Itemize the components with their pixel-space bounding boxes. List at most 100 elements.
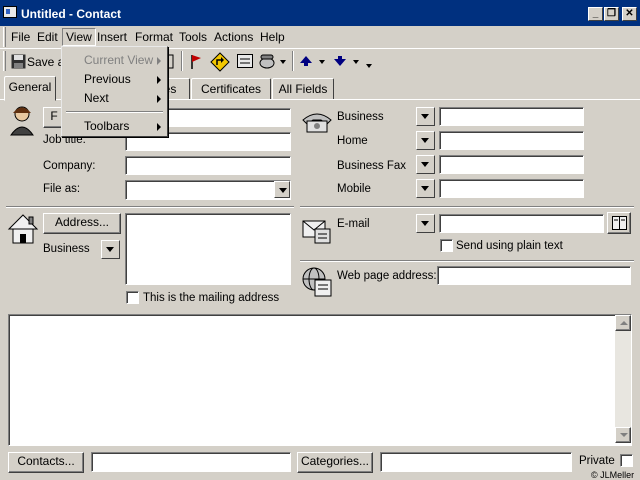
private-checkbox[interactable] bbox=[620, 454, 633, 467]
view-menu-toolbars[interactable]: Toolbars bbox=[84, 119, 129, 133]
web-page-field[interactable] bbox=[437, 266, 631, 285]
contact-card-icon[interactable] bbox=[3, 6, 17, 18]
section-divider bbox=[300, 206, 634, 208]
menu-view[interactable]: View bbox=[62, 28, 96, 46]
email-label: E-mail bbox=[337, 218, 370, 230]
menu-edit[interactable]: Edit bbox=[37, 30, 58, 44]
scroll-down-button[interactable] bbox=[615, 427, 631, 443]
dial-phone-icon[interactable] bbox=[258, 53, 276, 70]
address-book-icon bbox=[612, 216, 627, 230]
menu-help[interactable]: Help bbox=[260, 30, 285, 44]
save-label: Save a bbox=[27, 55, 65, 69]
close-button[interactable]: ✕ bbox=[622, 7, 637, 21]
phone-label-mobile: Mobile bbox=[337, 183, 371, 195]
address-book-button[interactable] bbox=[607, 212, 631, 234]
section-divider bbox=[300, 260, 634, 262]
notes-textarea[interactable] bbox=[8, 314, 632, 446]
phone-field-home[interactable] bbox=[439, 131, 584, 150]
file-as-combo[interactable] bbox=[125, 180, 291, 200]
minimize-icon: _ bbox=[592, 8, 599, 19]
maximize-button[interactable]: ❐ bbox=[604, 7, 619, 21]
company-field[interactable] bbox=[125, 156, 291, 175]
menu-file[interactable]: File bbox=[11, 30, 30, 44]
private-label: Private bbox=[579, 455, 615, 467]
phone-dropdown-mobile[interactable] bbox=[416, 179, 435, 198]
menubar-grip[interactable] bbox=[3, 27, 6, 47]
phone-dropdown-home[interactable] bbox=[416, 131, 435, 150]
submenu-arrow-icon bbox=[157, 123, 161, 131]
toolbar-grip[interactable] bbox=[3, 51, 6, 71]
minimize-button[interactable]: _ bbox=[588, 7, 603, 21]
next-item-icon[interactable] bbox=[333, 55, 347, 67]
title-bar[interactable]: Untitled - Contact _ ❐ ✕ bbox=[0, 0, 640, 26]
web-page-label: Web page address: bbox=[337, 270, 437, 282]
next-dropdown-icon[interactable] bbox=[353, 60, 359, 64]
section-divider bbox=[6, 206, 294, 208]
close-icon: ✕ bbox=[625, 8, 634, 19]
categories-button[interactable]: Categories... bbox=[297, 452, 373, 473]
toolbar-separator bbox=[292, 51, 294, 71]
toolbar-separator bbox=[181, 51, 183, 71]
menu-format[interactable]: Format bbox=[135, 30, 173, 44]
phone-field-mobile[interactable] bbox=[439, 179, 584, 198]
phone-dropdown-business-fax[interactable] bbox=[416, 155, 435, 174]
tab-all-fields[interactable]: All Fields bbox=[272, 78, 334, 100]
phone-field-business[interactable] bbox=[439, 107, 584, 126]
address-type-dropdown[interactable] bbox=[101, 240, 120, 259]
view-menu-dropdown: Current View Previous Next Toolbars bbox=[61, 46, 168, 137]
view-menu-current-view[interactable]: Current View bbox=[84, 53, 153, 67]
submenu-arrow-icon bbox=[157, 95, 161, 103]
contacts-button[interactable]: Contacts... bbox=[8, 452, 84, 473]
save-and-close-button[interactable]: Save a bbox=[9, 52, 67, 72]
phone-dropdown-business[interactable] bbox=[416, 107, 435, 126]
scroll-down-icon bbox=[620, 433, 628, 437]
follow-up-icon[interactable] bbox=[210, 52, 230, 72]
notes-scrollbar[interactable] bbox=[615, 315, 631, 443]
telephone-icon bbox=[302, 113, 332, 133]
menu-actions[interactable]: Actions bbox=[214, 30, 253, 44]
menu-bar: File Edit View Insert Format Tools Actio… bbox=[0, 26, 640, 48]
plain-text-checkbox[interactable] bbox=[440, 239, 453, 252]
scroll-up-button[interactable] bbox=[615, 315, 631, 331]
categories-field[interactable] bbox=[380, 452, 572, 472]
window-title: Untitled - Contact bbox=[21, 7, 121, 21]
email-dropdown[interactable] bbox=[416, 214, 435, 233]
mailing-address-label: This is the mailing address bbox=[143, 292, 280, 304]
submenu-arrow-icon bbox=[157, 76, 161, 84]
tab-general[interactable]: General bbox=[4, 76, 56, 101]
menu-tools[interactable]: Tools bbox=[179, 30, 207, 44]
mailing-address-checkbox[interactable] bbox=[126, 291, 139, 304]
toolbar-options-icon[interactable] bbox=[366, 64, 372, 68]
phone-label-business-fax: Business Fax bbox=[337, 160, 407, 172]
person-icon bbox=[10, 106, 34, 136]
scroll-up-icon bbox=[620, 321, 628, 325]
view-menu-previous[interactable]: Previous bbox=[84, 72, 131, 86]
copyright-text: © JLMeller bbox=[591, 470, 635, 480]
address-textarea[interactable] bbox=[125, 213, 291, 285]
previous-item-icon[interactable] bbox=[299, 55, 313, 67]
envelope-icon bbox=[302, 220, 331, 244]
phone-label-business: Business bbox=[337, 111, 384, 123]
email-field[interactable] bbox=[439, 214, 604, 233]
address-type-label: Business bbox=[43, 243, 90, 255]
previous-dropdown-icon[interactable] bbox=[319, 60, 325, 64]
phone-field-business-fax[interactable] bbox=[439, 155, 584, 174]
house-icon bbox=[7, 214, 39, 244]
tab-certificates[interactable]: Certificates bbox=[191, 78, 271, 100]
menu-insert[interactable]: Insert bbox=[97, 30, 127, 44]
plain-text-label: Send using plain text bbox=[456, 240, 563, 252]
contacts-field[interactable] bbox=[91, 452, 291, 472]
view-menu-next[interactable]: Next bbox=[84, 91, 109, 105]
phone-label-home: Home bbox=[337, 135, 368, 147]
web-page-icon bbox=[302, 267, 332, 297]
dial-dropdown-icon[interactable] bbox=[280, 60, 286, 64]
general-tab-panel: F Job title: Company: File as: Address..… bbox=[0, 99, 640, 480]
menu-separator bbox=[66, 111, 163, 113]
flag-icon[interactable] bbox=[188, 53, 204, 70]
floppy-disk-icon bbox=[11, 54, 26, 69]
address-button[interactable]: Address... bbox=[43, 213, 121, 234]
file-as-label: File as: bbox=[43, 183, 81, 195]
address-card-icon[interactable] bbox=[236, 53, 254, 70]
file-as-dropdown-button[interactable] bbox=[274, 181, 290, 198]
company-label: Company: bbox=[43, 160, 96, 172]
